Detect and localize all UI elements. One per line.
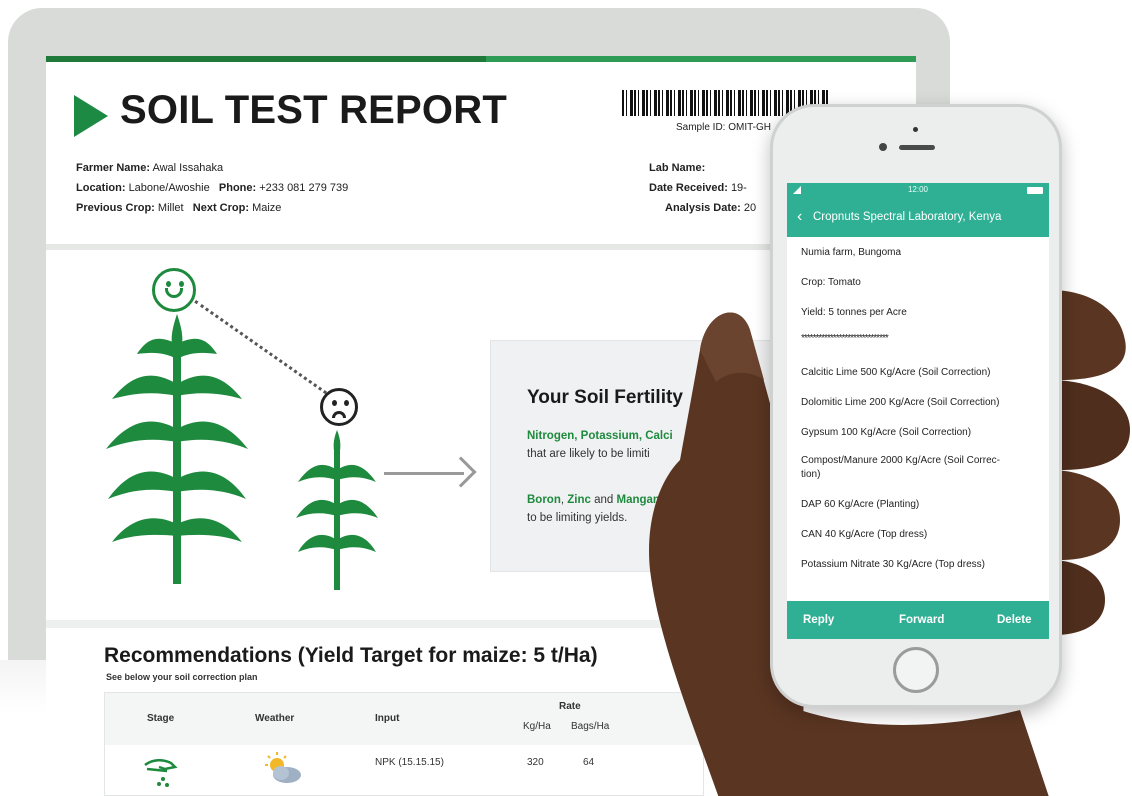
phone-number: +233 081 279 739 (259, 182, 349, 194)
recommendations-table: Stage Weather Input Rate Kg/Ha Bags/Ha N… (104, 692, 704, 796)
arrow-right-icon (445, 456, 477, 488)
message-line: Compost/Manure 2000 Kg/Acre (Soil Correc… (801, 455, 1000, 466)
front-camera-icon (879, 143, 887, 151)
table-header: Stage Weather Input Rate Kg/Ha Bags/Ha (105, 693, 703, 745)
happy-face-icon (152, 268, 196, 312)
farmer-name: Awal Issahaka (152, 162, 224, 174)
message-line: Calcitic Lime 500 Kg/Acre (Soil Correcti… (801, 367, 991, 378)
fertility-p1-text: that are likely to be limiti (527, 448, 650, 460)
fertility-p2-text: to be limiting yields. (527, 512, 628, 524)
earpiece-speaker (899, 145, 935, 150)
delete-button[interactable]: Delete (997, 601, 1032, 639)
stage: SOIL TEST REPORT Sample ID: OMIT-GH Farm… (0, 0, 1132, 796)
message-action-bar: Reply Forward Delete (787, 601, 1049, 639)
lab-name-label: Lab Name: (649, 162, 706, 174)
battery-icon (1027, 187, 1043, 194)
col-bags-ha: Bags/Ha (571, 721, 610, 732)
next-crop-label: Next Crop: (192, 202, 249, 214)
message-line: tion) (801, 469, 821, 480)
previous-crop-label: Previous Crop: (76, 202, 155, 214)
row-kg-ha: 320 (527, 757, 544, 768)
and-text: and (594, 494, 614, 506)
reply-button[interactable]: Reply (803, 601, 834, 639)
forward-button[interactable]: Forward (899, 601, 944, 639)
analysis-date: 20 (743, 202, 757, 214)
next-crop: Maize (252, 202, 282, 214)
header-title: Cropnuts Spectral Laboratory, Kenya (813, 211, 1002, 223)
sample-id: Sample ID: OMIT-GH (676, 122, 772, 133)
farmer-info: Farmer Name: Awal Issahaka Location: Lab… (76, 158, 348, 218)
col-kg-ha: Kg/Ha (523, 721, 551, 732)
smartphone: 12:00 ‹ Cropnuts Spectral Laboratory, Ke… (770, 104, 1062, 708)
recommendations-subtitle: See below your soil correction plan (106, 672, 258, 682)
partly-cloudy-icon (265, 752, 301, 783)
message-line: Potassium Nitrate 30 Kg/Acre (Top dress) (801, 559, 985, 570)
message-line: Numia farm, Bungoma (801, 247, 902, 258)
previous-crop: Millet (157, 202, 184, 214)
message-line: Gypsum 100 Kg/Acre (Soil Correction) (801, 427, 972, 438)
status-time: 12:00 (907, 185, 929, 194)
message-line: Dolomitic Lime 200 Kg/Acre (Soil Correct… (801, 397, 1000, 408)
message-line: Crop: Tomato (801, 277, 861, 288)
signal-icon (793, 186, 801, 194)
col-rate: Rate (559, 701, 581, 712)
message-line: CAN 40 Kg/Acre (Top dress) (801, 529, 928, 540)
message-line: ****************************** (801, 333, 889, 344)
phone-screen: 12:00 ‹ Cropnuts Spectral Laboratory, Ke… (787, 183, 1049, 639)
separator: , (560, 494, 565, 506)
message-header: ‹ Cropnuts Spectral Laboratory, Kenya (787, 197, 1049, 237)
nutrient-boron: Boron (527, 494, 561, 506)
row-bags-ha: 64 (583, 757, 595, 768)
hand-sowing-icon (144, 759, 178, 787)
location-label: Location: (76, 182, 126, 194)
message-line: Yield: 5 tonnes per Acre (801, 307, 907, 318)
message-line: DAP 60 Kg/Acre (Planting) (801, 499, 920, 510)
nutrient-zinc: Zinc (567, 494, 591, 506)
recommendations-title: Recommendations (Yield Target for maize:… (104, 644, 598, 667)
col-input: Input (375, 713, 400, 724)
location: Labone/Awoshie (128, 182, 210, 194)
report-title: SOIL TEST REPORT (120, 88, 507, 132)
stunted-maize-plant-icon (296, 430, 378, 590)
healthy-maize-plant-icon (106, 314, 248, 584)
farmer-name-label: Farmer Name: (76, 162, 150, 174)
play-logo-icon (74, 95, 108, 137)
sensor-dot (913, 127, 918, 132)
back-chevron-icon[interactable]: ‹ (797, 197, 802, 237)
col-stage: Stage (147, 713, 175, 724)
date-received-label: Date Received: (649, 182, 728, 194)
status-bar: 12:00 (787, 183, 1049, 197)
date-received: 19- (730, 182, 747, 194)
sad-face-icon (320, 388, 358, 426)
col-weather: Weather (255, 713, 295, 724)
analysis-date-label: Analysis Date: (665, 202, 741, 214)
phone-label: Phone: (218, 182, 257, 194)
home-button[interactable] (893, 647, 939, 693)
row-input: NPK (15.15.15) (375, 757, 444, 768)
